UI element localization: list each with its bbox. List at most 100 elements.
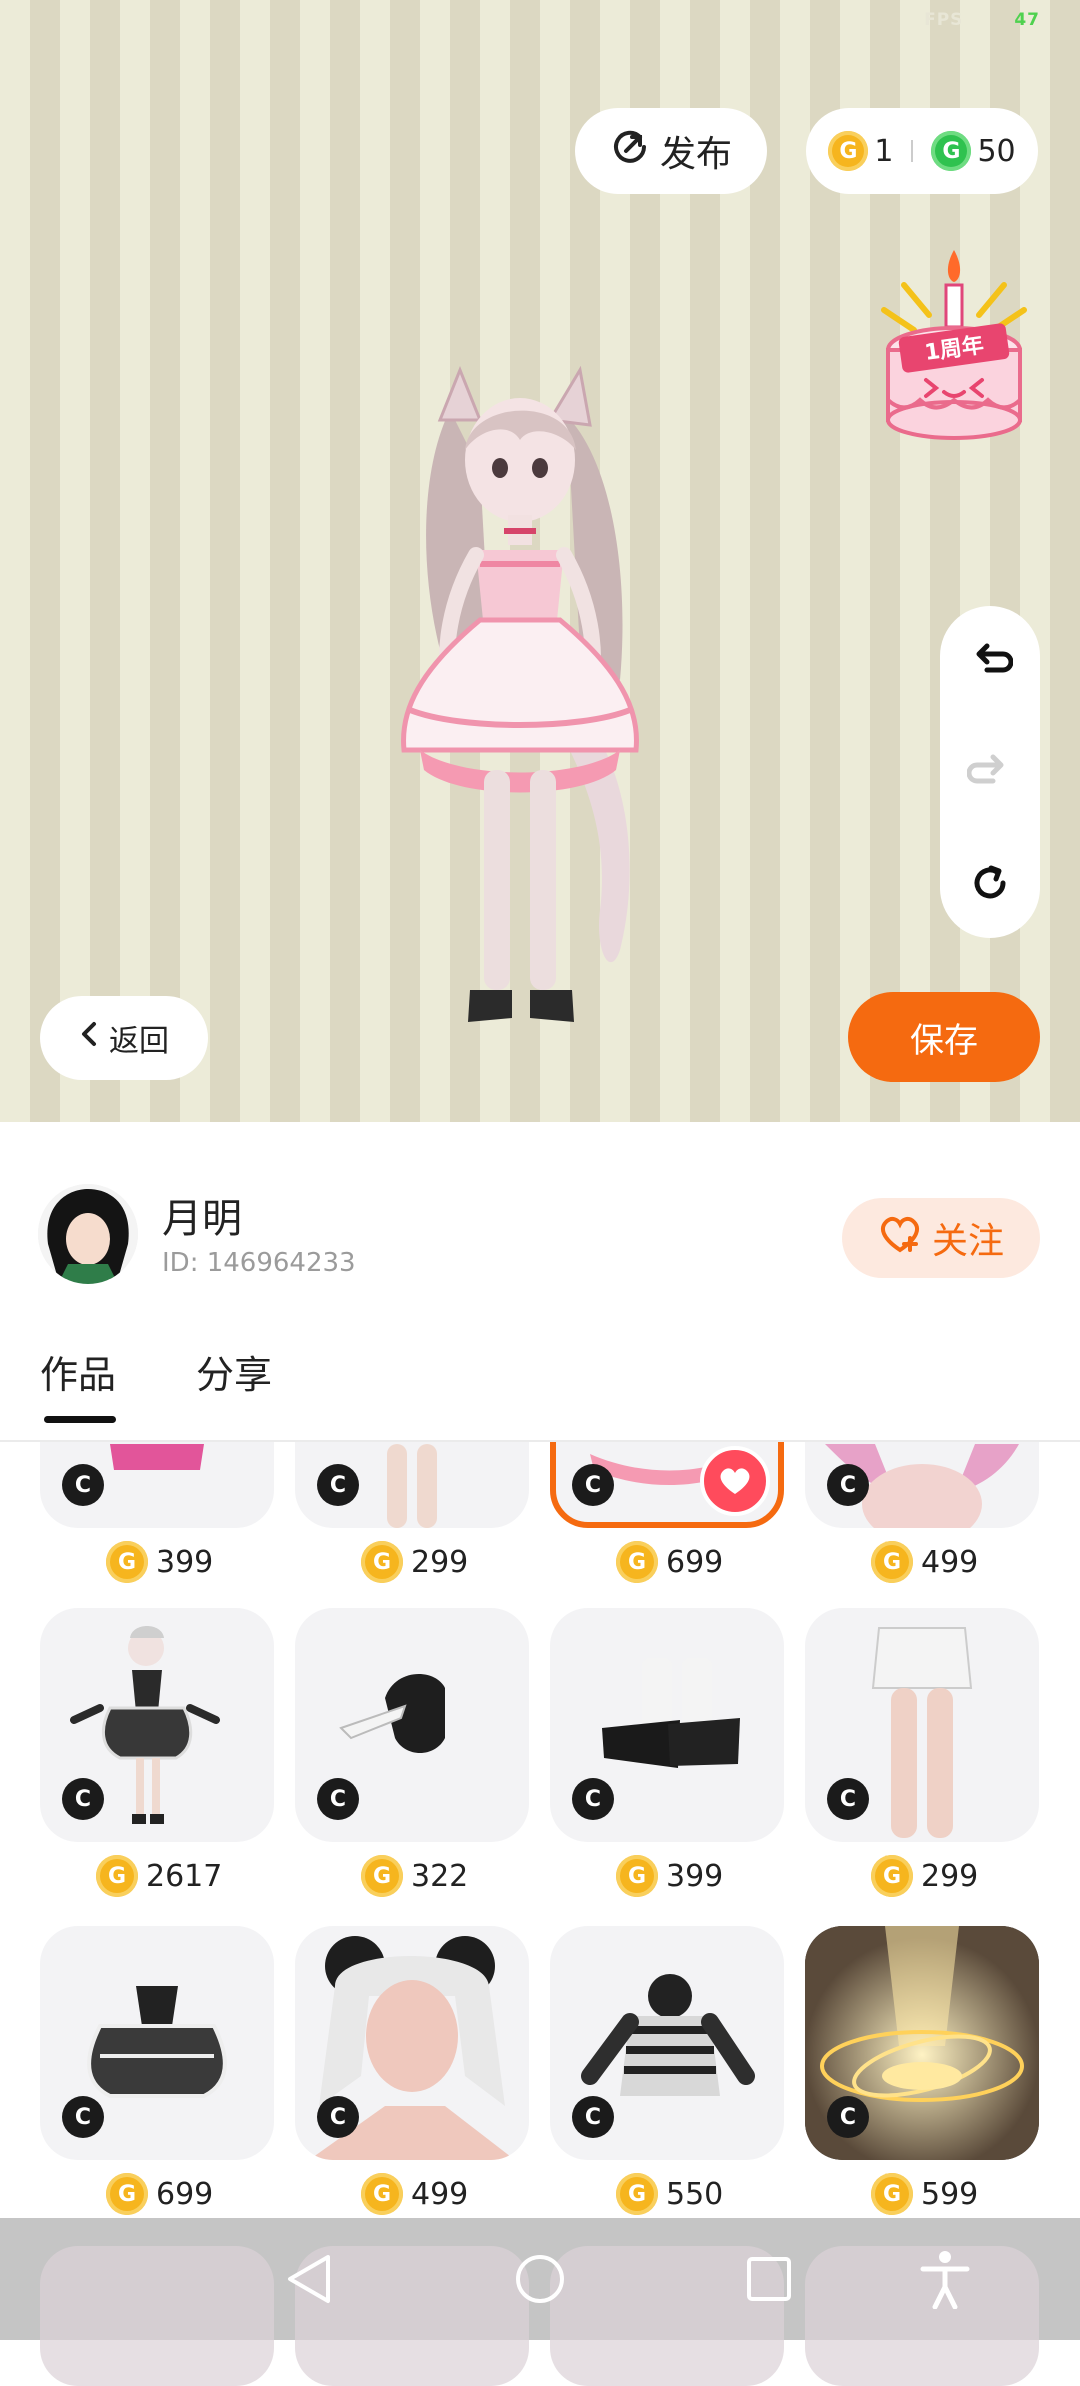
item-price: G 550 [616, 2172, 723, 2216]
item-price: G 399 [616, 1854, 723, 1898]
content-tabs: 作品 分享 [40, 1344, 272, 1423]
follow-button[interactable]: 关注 [842, 1198, 1040, 1278]
item-card[interactable]: C [805, 1608, 1039, 1842]
item-card[interactable]: C [550, 1608, 784, 1842]
price-value: 599 [921, 2176, 979, 2212]
publish-label: 发布 [659, 134, 732, 175]
item-card[interactable]: C [295, 1608, 529, 1842]
follow-label: 关注 [931, 1221, 1004, 1262]
price-value: 299 [411, 1544, 469, 1580]
item-card[interactable]: C [550, 1926, 784, 2160]
price-value: 399 [156, 1544, 214, 1580]
favorite-heart-icon[interactable] [700, 1446, 770, 1516]
creator-badge-icon: C [572, 2096, 614, 2138]
item-price: G 499 [871, 1540, 978, 1584]
price-value: 499 [921, 1544, 979, 1580]
anniversary-cake-badge[interactable]: 1周年 [874, 230, 1034, 450]
heart-plus-icon [878, 1214, 922, 1263]
user-id: ID: 146964233 [162, 1248, 356, 1278]
gold-coin-icon: G [361, 2173, 403, 2215]
accessibility-icon[interactable] [912, 2246, 978, 2312]
creator-badge-icon: C [317, 1778, 359, 1820]
fps-counter: FPS 47 [924, 10, 1040, 30]
gold-coin-icon: G [616, 1855, 658, 1897]
creator-badge-icon: C [317, 1464, 359, 1506]
creator-badge-icon: C [62, 1464, 104, 1506]
publish-button[interactable]: 发布 [575, 108, 767, 194]
item-price: G 699 [106, 2172, 213, 2216]
item-price: G 699 [616, 1540, 723, 1584]
gold-coin-icon: G [871, 2173, 913, 2215]
gold-coin-icon: G [361, 1855, 403, 1897]
creator-badge-icon: C [62, 1778, 104, 1820]
edit-toolbar [940, 606, 1040, 938]
item-price: G 299 [361, 1540, 468, 1584]
currency-balance[interactable]: G 1 G 50 [806, 108, 1038, 194]
item-card[interactable]: C [295, 1442, 529, 1528]
item-card[interactable]: C [40, 1926, 274, 2160]
publish-icon [610, 127, 650, 176]
avatar[interactable] [38, 1184, 138, 1284]
gold-coin-icon: G [871, 1855, 913, 1897]
gold-coin-icon: G [96, 1855, 138, 1897]
currency-divider [911, 140, 914, 162]
nav-home-icon[interactable] [507, 2246, 573, 2312]
fps-value: 47 [1014, 10, 1040, 30]
creator-badge-icon: C [827, 1778, 869, 1820]
item-grid[interactable]: C G 399 C G 299 C G 699 C G 499 C G 2617… [0, 1442, 1080, 2222]
creator-badge-icon: C [317, 2096, 359, 2138]
system-navigation-bar [0, 2218, 1080, 2386]
creator-badge-icon: C [827, 2096, 869, 2138]
gold-count: 1 [874, 133, 894, 169]
item-card[interactable]: C [805, 1926, 1039, 2160]
creator-badge-icon: C [572, 1464, 614, 1506]
price-value: 550 [666, 2176, 724, 2212]
creator-profile: 月明 ID: 146964233 关注 作品 分享 [0, 1122, 1080, 1442]
price-value: 322 [411, 1858, 469, 1894]
item-price: G 322 [361, 1854, 468, 1898]
price-value: 399 [666, 1858, 724, 1894]
tab-works[interactable]: 作品 [40, 1344, 117, 1423]
nav-back-icon[interactable] [276, 2246, 342, 2312]
item-price: G 299 [871, 1854, 978, 1898]
back-button[interactable]: 返回 [40, 996, 208, 1080]
item-price: G 599 [871, 2172, 978, 2216]
avatar-stage[interactable]: FPS 47 发布 G 1 G 50 1周年 返回 保存 [0, 0, 1080, 1122]
item-price: G 399 [106, 1540, 213, 1584]
chevron-left-icon [79, 1020, 99, 1056]
save-button[interactable]: 保存 [848, 992, 1040, 1082]
price-value: 699 [156, 2176, 214, 2212]
item-price: G 2617 [96, 1854, 222, 1898]
green-count: 50 [977, 133, 1016, 169]
price-value: 699 [666, 1544, 724, 1580]
item-card[interactable]: C [40, 1442, 274, 1528]
fps-label: FPS [924, 10, 964, 30]
list-item [40, 2246, 274, 2386]
undo-icon[interactable] [963, 634, 1017, 688]
user-name: 月明 [162, 1196, 242, 1242]
creator-badge-icon: C [62, 2096, 104, 2138]
price-value: 499 [411, 2176, 469, 2212]
back-label: 返回 [109, 1024, 169, 1059]
nav-recents-icon[interactable] [736, 2246, 802, 2312]
price-value: 299 [921, 1858, 979, 1894]
gold-coin-icon: G [106, 1541, 148, 1583]
item-card[interactable]: C [295, 1926, 529, 2160]
price-value: 2617 [146, 1858, 223, 1894]
character-model[interactable] [380, 350, 700, 1070]
gold-coin-icon: G [828, 131, 869, 171]
item-card[interactable]: C [805, 1442, 1039, 1528]
redo-icon[interactable] [963, 745, 1017, 799]
creator-badge-icon: C [572, 1778, 614, 1820]
green-coin-icon: G [931, 131, 972, 171]
creator-badge-icon: C [827, 1464, 869, 1506]
item-price: G 499 [361, 2172, 468, 2216]
item-card-selected[interactable]: C [550, 1442, 784, 1528]
gold-coin-icon: G [871, 1541, 913, 1583]
gold-coin-icon: G [616, 1541, 658, 1583]
tab-share[interactable]: 分享 [196, 1344, 272, 1423]
gold-coin-icon: G [106, 2173, 148, 2215]
reset-icon[interactable] [963, 856, 1017, 910]
item-card[interactable]: C [40, 1608, 274, 1842]
gold-coin-icon: G [616, 2173, 658, 2215]
